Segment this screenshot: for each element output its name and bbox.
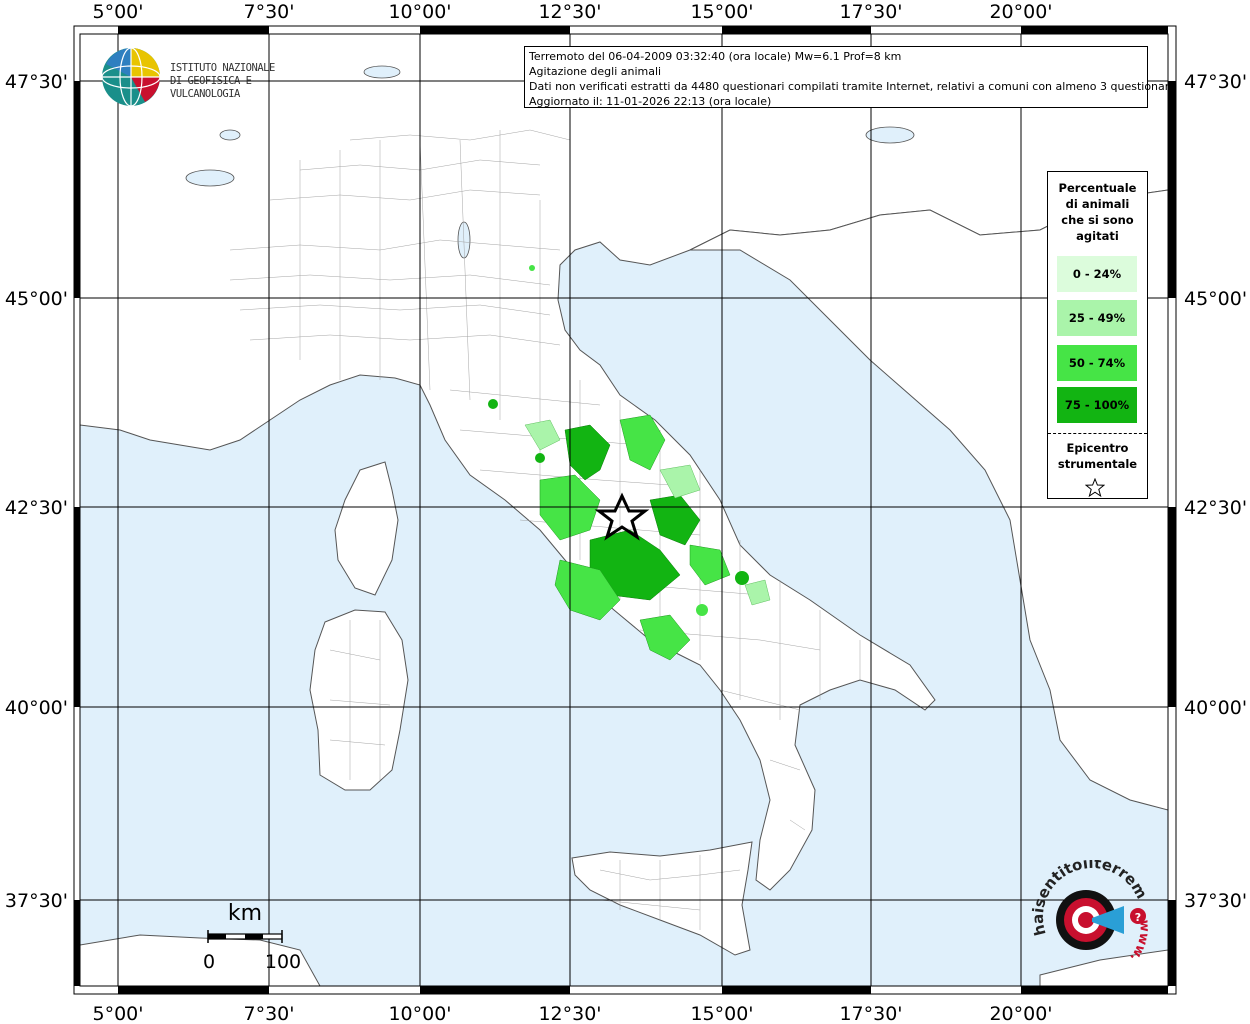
lat-label: 45°00': [5, 288, 68, 310]
felt-area-75-100: [735, 571, 749, 585]
land-sardinia: [309, 609, 409, 791]
legend-title-line: Percentuale: [1058, 181, 1137, 195]
felt-area-50-74: [529, 265, 535, 271]
legend-class-25-49: 25 - 49%: [1057, 300, 1137, 336]
lon-label: 12°30': [538, 1003, 601, 1024]
epicenter-legend-line: strumentale: [1057, 457, 1138, 471]
lat-label: 40°00': [1184, 697, 1247, 719]
haisentito-logo[interactable]: haisentitoilterremoto.it www. ?: [1023, 846, 1154, 975]
ingv-logo: ISTITUTO NAZIONALE DI GEOFISICA E VULCAN…: [100, 46, 320, 110]
epicenter-legend-line: Epicentro: [1066, 441, 1129, 455]
legend-title-line: che si sono: [1061, 213, 1134, 227]
update-timestamp: Aggiornato il: 11-01-2026 22:13 (ora loc…: [529, 95, 772, 108]
data-disclaimer: Dati non verificati estratti da 4480 que…: [529, 80, 1176, 93]
lat-label: 47°30': [5, 71, 68, 93]
legend-class-label: 50 - 74%: [1068, 356, 1126, 370]
lake: [219, 129, 241, 141]
lat-label: 40°00': [5, 697, 68, 719]
lat-label: 37°30': [5, 890, 68, 912]
brand-url-text: www.: [1126, 920, 1151, 965]
lon-label: 5°00': [93, 1003, 144, 1024]
lon-label: 10°00': [388, 1, 451, 23]
legend: Percentuale di animali che si sono agita…: [1047, 171, 1148, 499]
map-subject: Agitazione degli animali: [529, 65, 662, 78]
lake: [363, 65, 401, 79]
lat-label: 42°30': [5, 497, 68, 519]
svg-text:?: ?: [1135, 911, 1141, 924]
legend-class-label: 0 - 24%: [1072, 267, 1122, 281]
scale-unit: km: [228, 901, 262, 926]
event-title: Terremoto del 06-04-2009 03:32:40 (ora l…: [529, 50, 902, 63]
lat-label: 37°30': [1184, 890, 1247, 912]
felt-area-50-74: [696, 604, 708, 616]
scale-end: 100: [265, 951, 301, 973]
lake: [185, 169, 235, 187]
legend-class-75-100: 75 - 100%: [1057, 387, 1137, 423]
lon-label: 15°00': [690, 1003, 753, 1024]
lon-label: 10°00': [388, 1003, 451, 1024]
lat-labels-right: 47°30' 45°00' 42°30' 40°00' 37°30': [1184, 71, 1247, 912]
lon-label: 7°30': [244, 1003, 295, 1024]
event-info-box: Terremoto del 06-04-2009 03:32:40 (ora l…: [524, 46, 1176, 108]
brand-logo-icon: haisentitoilterremoto.it www. ?: [1023, 846, 1152, 965]
lon-label: 17°30': [839, 1, 902, 23]
lon-label: 12°30': [538, 1, 601, 23]
lat-label: 45°00': [1184, 288, 1247, 310]
lat-label: 42°30': [1184, 497, 1247, 519]
legend-divider: [1048, 433, 1147, 434]
lon-label: 7°30': [244, 1, 295, 23]
logo-line-1: ISTITUTO NAZIONALE: [170, 62, 275, 74]
lat-label: 47°30': [1184, 71, 1247, 93]
felt-area-75-100: [488, 399, 498, 409]
legend-title-line: di animali: [1065, 197, 1130, 211]
legend-class-50-74: 50 - 74%: [1057, 345, 1137, 381]
legend-class-label: 75 - 100%: [1064, 398, 1130, 412]
logo-text: ISTITUTO NAZIONALE DI GEOFISICA E VULCAN…: [170, 62, 320, 101]
lon-label: 5°00': [93, 1, 144, 23]
lon-label: 20°00': [989, 1003, 1052, 1024]
scale-start: 0: [203, 951, 215, 973]
lat-labels-left: 47°30' 45°00' 42°30' 40°00' 37°30': [5, 71, 68, 912]
epicenter-legend-label: Epicentro strumentale: [1048, 440, 1147, 472]
lon-labels-top: 5°00' 7°30' 10°00' 12°30' 15°00' 17°30' …: [93, 1, 1053, 23]
logo-line-2: DI GEOFISICA E VULCANOLOGIA: [170, 75, 252, 100]
lon-label: 15°00': [690, 1, 753, 23]
globe-logo-icon: [101, 47, 161, 107]
star-icon: [1085, 478, 1105, 498]
legend-title: Percentuale di animali che si sono agita…: [1048, 180, 1147, 244]
lake: [865, 126, 915, 144]
legend-class-label: 25 - 49%: [1068, 311, 1126, 325]
felt-area-75-100: [535, 453, 545, 463]
legend-title-line: agitati: [1076, 229, 1119, 243]
lon-label: 20°00': [989, 1, 1052, 23]
lon-labels-bottom: 5°00' 7°30' 10°00' 12°30' 15°00' 17°30' …: [93, 1003, 1053, 1024]
legend-class-0-24: 0 - 24%: [1057, 256, 1137, 292]
lon-label: 17°30': [839, 1003, 902, 1024]
